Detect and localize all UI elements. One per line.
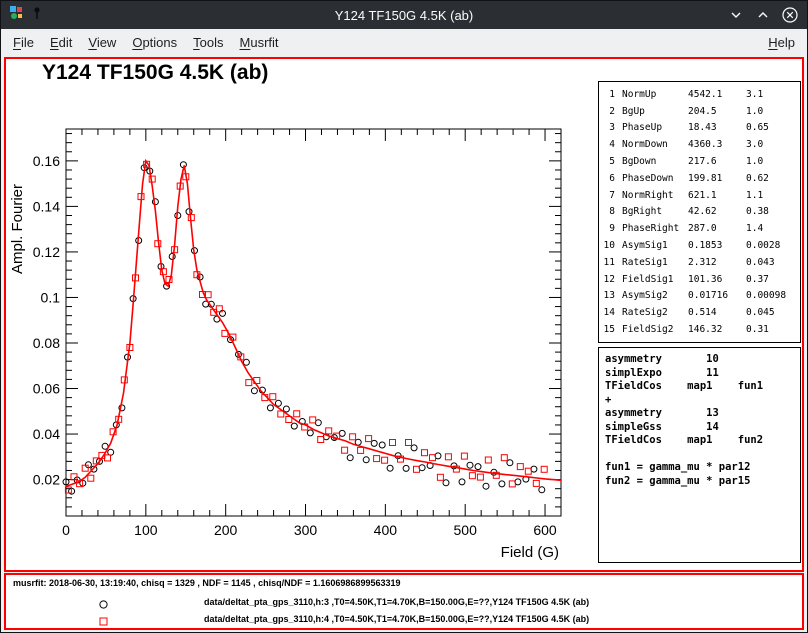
svg-text:0.02: 0.02 — [33, 472, 60, 488]
theory-panel: asymmetry 10simplExpo 11TFieldCos map1 f… — [598, 347, 801, 563]
menu-item-help[interactable]: Help — [760, 31, 803, 54]
parameter-row: 4NormDown4360.33.0 — [599, 136, 800, 153]
musrview-window: Y124 TF150G 4.5K (ab) FileEditViewOption… — [0, 0, 808, 633]
menu-item-file[interactable]: File — [5, 31, 42, 54]
parameter-row: 8BgRight42.620.38 — [599, 204, 800, 221]
pin-icon[interactable] — [31, 6, 43, 25]
svg-text:0.14: 0.14 — [33, 198, 60, 214]
menu-item-edit[interactable]: Edit — [42, 31, 80, 54]
legend-entry: data/deltat_pta_gps_3110,h:3 ,T0=4.50K,T… — [6, 594, 802, 611]
parameter-row: 15FieldSig2146.320.31 — [599, 321, 800, 338]
theory-line: asymmetry 13 — [605, 407, 794, 421]
maximize-button[interactable] — [754, 6, 772, 24]
svg-text:0.16: 0.16 — [33, 153, 60, 169]
svg-text:500: 500 — [454, 522, 478, 538]
parameter-panel: 1NormUp4542.13.12BgUp204.51.03PhaseUp18.… — [598, 81, 801, 343]
theory-line: fun2 = gamma_mu * par15 — [605, 475, 794, 489]
close-button[interactable] — [781, 6, 799, 24]
theory-line: + — [605, 394, 794, 408]
svg-text:200: 200 — [214, 522, 238, 538]
parameter-row: 5BgDown217.61.0 — [599, 153, 800, 170]
menu-item-view[interactable]: View — [80, 31, 124, 54]
svg-text:300: 300 — [294, 522, 318, 538]
theory-line: TFieldCos map1 fun1 — [605, 380, 794, 394]
menubar: FileEditViewOptionsToolsMusrfit Help — [1, 29, 807, 55]
menu-item-musrfit[interactable]: Musrfit — [232, 31, 287, 54]
theory-line — [605, 448, 794, 462]
svg-text:400: 400 — [374, 522, 398, 538]
plot-pad[interactable]: Y124 TF150G 4.5K (ab) 010020030040050060… — [4, 57, 804, 572]
menu-item-tools[interactable]: Tools — [185, 31, 231, 54]
parameter-row: 11RateSig12.3120.043 — [599, 254, 800, 271]
titlebar-right — [727, 6, 807, 24]
fit-info-line: musrfit: 2018-06-30, 13:19:40, chisq = 1… — [13, 578, 400, 588]
parameter-row: 13AsymSig20.017160.00098 — [599, 288, 800, 305]
svg-text:0.12: 0.12 — [33, 244, 60, 260]
root-canvas[interactable]: Y124 TF150G 4.5K (ab) 010020030040050060… — [1, 55, 807, 632]
info-pad[interactable]: musrfit: 2018-06-30, 13:19:40, chisq = 1… — [4, 573, 804, 630]
parameter-row: 9PhaseRight287.01.4 — [599, 220, 800, 237]
menu-right: Help — [760, 31, 803, 54]
parameter-row: 6PhaseDown199.810.62 — [599, 170, 800, 187]
menu-left: FileEditViewOptionsToolsMusrfit — [5, 31, 287, 54]
svg-text:Field (G): Field (G) — [501, 544, 559, 561]
theory-line: TFieldCos map1 fun2 — [605, 434, 794, 448]
legend-label: data/deltat_pta_gps_3110,h:4 ,T0=4.50K,T… — [204, 614, 589, 624]
svg-text:0.08: 0.08 — [33, 335, 60, 351]
theory-line: asymmetry 10 — [605, 353, 794, 367]
window-title: Y124 TF150G 4.5K (ab) — [1, 8, 807, 23]
parameter-row: 7NormRight621.11.1 — [599, 187, 800, 204]
legend-entry: data/deltat_pta_gps_3110,h:4 ,T0=4.50K,T… — [6, 611, 802, 628]
svg-text:0.1: 0.1 — [41, 289, 61, 305]
parameter-row: 1NormUp4542.13.1 — [599, 86, 800, 103]
menu-item-options[interactable]: Options — [124, 31, 185, 54]
theory-line: simplExpo 11 — [605, 367, 794, 381]
parameter-row: 10AsymSig10.18530.0028 — [599, 237, 800, 254]
theory-line: fun1 = gamma_mu * par12 — [605, 461, 794, 475]
parameter-row: 12FieldSig1101.360.37 — [599, 271, 800, 288]
fourier-plot[interactable]: 0 100 200 300 400 500 600 0.02 0.04 0.06 0.08 0.1 0.… — [6, 59, 596, 564]
parameter-row: 2BgUp204.51.0 — [599, 103, 800, 120]
svg-text:0.06: 0.06 — [33, 381, 60, 397]
titlebar-left — [1, 5, 43, 25]
svg-text:600: 600 — [533, 522, 557, 538]
parameter-row: 14RateSig20.5140.045 — [599, 304, 800, 321]
app-icon — [9, 5, 24, 25]
titlebar[interactable]: Y124 TF150G 4.5K (ab) — [1, 1, 807, 29]
svg-text:Ampl. Fourier: Ampl. Fourier — [9, 184, 26, 274]
parameter-row: 3PhaseUp18.430.65 — [599, 120, 800, 137]
theory-line: simpleGss 14 — [605, 421, 794, 435]
minimize-button[interactable] — [727, 6, 745, 24]
svg-text:0: 0 — [62, 522, 70, 538]
legend: data/deltat_pta_gps_3110,h:3 ,T0=4.50K,T… — [6, 594, 802, 628]
legend-label: data/deltat_pta_gps_3110,h:3 ,T0=4.50K,T… — [204, 597, 589, 607]
square-marker-icon — [98, 614, 109, 632]
svg-text:0.04: 0.04 — [33, 426, 60, 442]
svg-text:100: 100 — [134, 522, 158, 538]
